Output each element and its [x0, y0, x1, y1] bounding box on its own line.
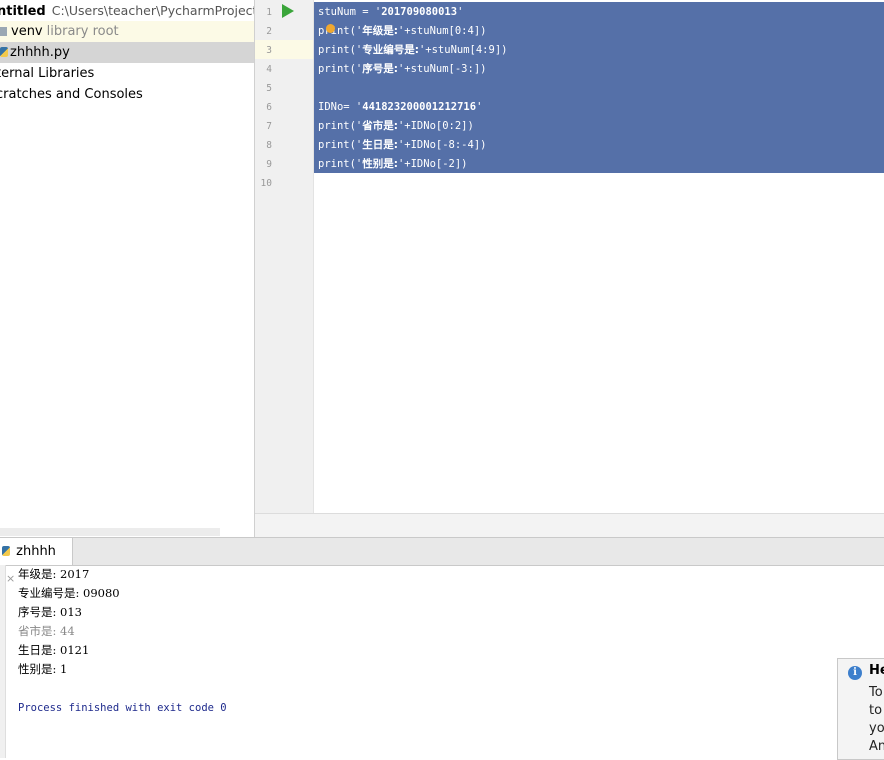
project-path: C:\Users\teacher\PycharmProjects\u: [51, 3, 255, 18]
output-line: 年级是: 2017: [18, 567, 90, 581]
tree-item-venv[interactable]: venv library root: [0, 21, 254, 42]
run-icon[interactable]: [282, 4, 294, 18]
line-number: 7: [266, 121, 272, 132]
notification-balloon[interactable]: i He To to yo An: [837, 658, 884, 760]
notification-text: To: [869, 685, 883, 700]
output-line: 专业编号是: 09080: [18, 586, 120, 600]
output-line: 省市是: 44: [18, 624, 75, 638]
code-line: print('年级是:'+stuNum[0:4]): [318, 25, 487, 37]
line-number: 6: [266, 102, 272, 113]
python-file-icon: [0, 47, 8, 57]
horizontal-scrollbar[interactable]: [0, 528, 220, 536]
editor-bottom-bar: [255, 513, 884, 538]
info-icon: i: [848, 666, 862, 680]
code-line: stuNum = '201709080013': [318, 6, 464, 18]
file-label: zhhhh.py: [10, 45, 70, 60]
code-line: print('专业编号是:'+stuNum[4:9]): [318, 44, 508, 56]
run-tool-window: zhhhh × 年级是: 2017 专业编号是: 09080 序号是: 013 …: [0, 537, 884, 758]
close-icon[interactable]: ×: [6, 572, 15, 585]
line-number: 3: [266, 45, 272, 56]
output-line: 序号是: 013: [18, 605, 82, 619]
line-number: 8: [266, 140, 272, 151]
code-line: IDNo= '441823200001212716': [318, 101, 483, 113]
line-number: 1: [266, 7, 272, 18]
tree-item-project-root[interactable]: ntitled C:\Users\teacher\PycharmProjects\…: [0, 0, 254, 21]
notification-title: He: [869, 663, 884, 678]
line-number: 10: [260, 178, 272, 189]
project-name: ntitled: [0, 4, 46, 19]
python-file-icon: [2, 546, 10, 556]
scratches-label: cratches and Consoles: [0, 87, 143, 102]
editor-gutter: 1 2 3 4 5 6 7 8 9 10: [255, 0, 314, 513]
line-number: 2: [266, 26, 272, 37]
folder-icon: [0, 27, 7, 36]
line-number: 4: [266, 64, 272, 75]
notification-text: An: [869, 739, 884, 754]
code-area[interactable]: stuNum = '201709080013' print('年级是:'+stu…: [314, 0, 884, 513]
tree-item-file[interactable]: zhhhh.py: [0, 42, 254, 63]
output-line: 性别是: 1: [18, 662, 68, 676]
notification-text: to: [869, 703, 883, 718]
library-root-hint: library root: [46, 24, 119, 39]
external-libraries-label: ternal Libraries: [0, 66, 95, 81]
run-tab-bar: zhhhh ×: [0, 537, 884, 585]
venv-label: venv: [11, 24, 43, 39]
code-line: print('生日是:'+IDNo[-8:-4]): [318, 139, 487, 151]
output-line: 生日是: 0121: [18, 643, 90, 657]
project-tool-window: ntitled C:\Users\teacher\PycharmProjects\…: [0, 0, 255, 537]
notification-text: yo: [869, 721, 884, 736]
tree-item-external-libraries[interactable]: ternal Libraries: [0, 63, 254, 84]
line-number: 9: [266, 159, 272, 170]
code-line: print('性别是:'+IDNo[-2]): [318, 158, 468, 170]
exit-message: Process finished with exit code 0: [18, 702, 227, 714]
lightbulb-icon[interactable]: [326, 24, 335, 33]
line-number: 5: [266, 83, 272, 94]
code-line: print('省市是:'+IDNo[0:2]): [318, 120, 474, 132]
code-line: print('序号是:'+stuNum[-3:]): [318, 63, 487, 75]
run-tab-label: zhhhh: [16, 544, 56, 559]
code-editor[interactable]: 1 2 3 4 5 6 7 8 9 10 stuNum = '201709080…: [255, 0, 884, 538]
run-tab-zhhhh[interactable]: zhhhh ×: [0, 538, 73, 585]
tree-item-scratches[interactable]: cratches and Consoles: [0, 84, 254, 105]
run-toolbar-strip: [0, 565, 6, 758]
